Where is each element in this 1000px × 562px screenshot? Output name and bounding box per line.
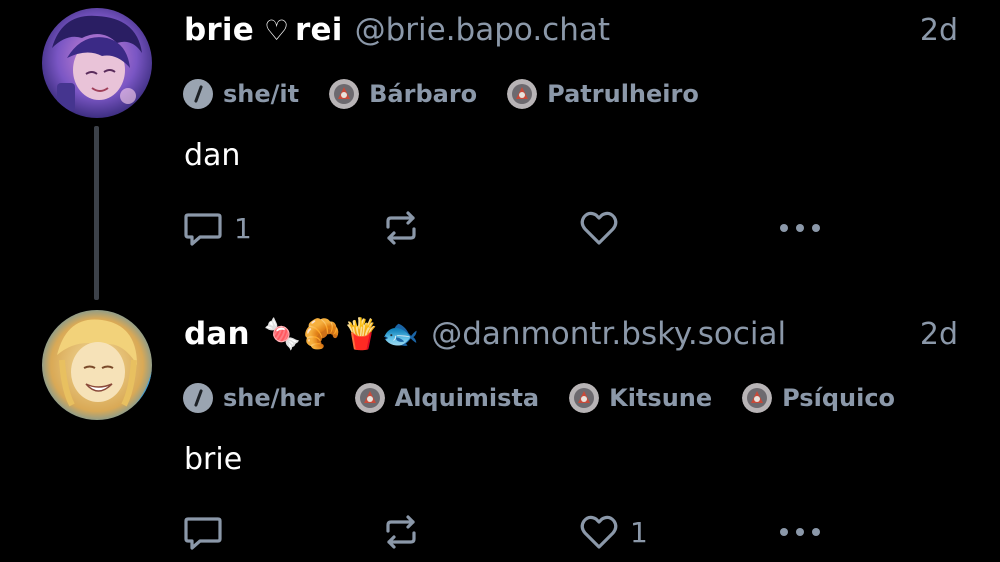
badge-icon <box>742 383 773 413</box>
thread-line <box>94 126 99 300</box>
reply-button[interactable] <box>182 510 234 554</box>
candy-emoji: 🍬 <box>263 316 302 352</box>
timestamp[interactable]: 2d <box>920 304 958 364</box>
tag-psiquico[interactable]: Psíquico <box>742 383 895 413</box>
pronoun-icon <box>183 79 213 109</box>
reply-icon <box>184 517 222 550</box>
timestamp[interactable]: 2d <box>920 0 958 60</box>
post-text: brie <box>184 442 243 477</box>
like-button[interactable]: 1 <box>578 510 648 554</box>
tag-label: Psíquico <box>782 384 896 412</box>
repost-button[interactable] <box>380 510 432 554</box>
post-header: brie ♡ rei @brie.bapo.chat <box>184 0 610 60</box>
tag-kitsune[interactable]: Kitsune <box>569 383 712 413</box>
post-brie[interactable]: brie ♡ rei @brie.bapo.chat 2d she/it Bár… <box>0 0 1000 304</box>
tag-label: Bárbaro <box>369 80 478 108</box>
handle[interactable]: @brie.bapo.chat <box>355 12 610 48</box>
more-options-button[interactable] <box>776 206 824 250</box>
ellipsis-icon <box>780 224 820 232</box>
reply-button[interactable]: 1 <box>182 206 252 250</box>
tag-label: she/her <box>223 384 325 412</box>
repost-button[interactable] <box>380 206 432 250</box>
more-options-button[interactable] <box>776 510 824 554</box>
fries-emoji: 🍟 <box>342 316 380 352</box>
badge-icon <box>354 383 385 413</box>
post-text: dan <box>184 138 241 173</box>
tag-label: Kitsune <box>609 384 713 412</box>
post-header: dan 🍬 🥐 🍟 🐟 @danmontr.bsky.social <box>184 304 786 364</box>
badge-icon <box>569 383 600 413</box>
heart-symbol: ♡ <box>263 13 290 47</box>
reply-count: 1 <box>234 211 252 245</box>
tag-barbaro[interactable]: Bárbaro <box>329 79 477 109</box>
ellipsis-icon <box>780 528 820 536</box>
like-button[interactable] <box>578 206 630 250</box>
tag-pronouns[interactable]: she/it <box>183 79 299 109</box>
avatar[interactable] <box>42 310 152 420</box>
heart-icon <box>580 211 618 245</box>
tag-patrulheiro[interactable]: Patrulheiro <box>507 79 699 109</box>
heart-icon <box>580 515 618 549</box>
post-actions: 1 <box>182 206 842 250</box>
badge-icon <box>507 79 538 109</box>
post-actions: 1 <box>182 510 842 554</box>
handle[interactable]: @danmontr.bsky.social <box>431 316 786 352</box>
reply-icon <box>184 213 222 246</box>
croissant-emoji: 🥐 <box>303 316 341 352</box>
tag-label: Patrulheiro <box>547 80 699 108</box>
display-name-suffix[interactable]: rei <box>295 12 343 48</box>
tag-alquimista[interactable]: Alquimista <box>354 383 540 413</box>
tags-row: she/her Alquimista Kitsune Psíquico <box>183 380 925 416</box>
repost-icon <box>386 515 416 549</box>
tag-label: she/it <box>223 80 300 108</box>
tags-row: she/it Bárbaro Patrulheiro <box>183 76 729 112</box>
badge-icon <box>329 79 360 109</box>
like-count: 1 <box>630 515 648 549</box>
repost-icon <box>386 211 416 245</box>
display-name[interactable]: dan <box>184 316 250 352</box>
fish-emoji: 🐟 <box>381 316 420 352</box>
tag-pronouns[interactable]: she/her <box>183 383 325 413</box>
pronoun-icon <box>183 383 213 413</box>
display-name[interactable]: brie <box>184 12 254 48</box>
post-dan[interactable]: dan 🍬 🥐 🍟 🐟 @danmontr.bsky.social 2d she… <box>0 304 1000 562</box>
avatar[interactable] <box>42 8 152 118</box>
tag-label: Alquimista <box>394 384 540 412</box>
